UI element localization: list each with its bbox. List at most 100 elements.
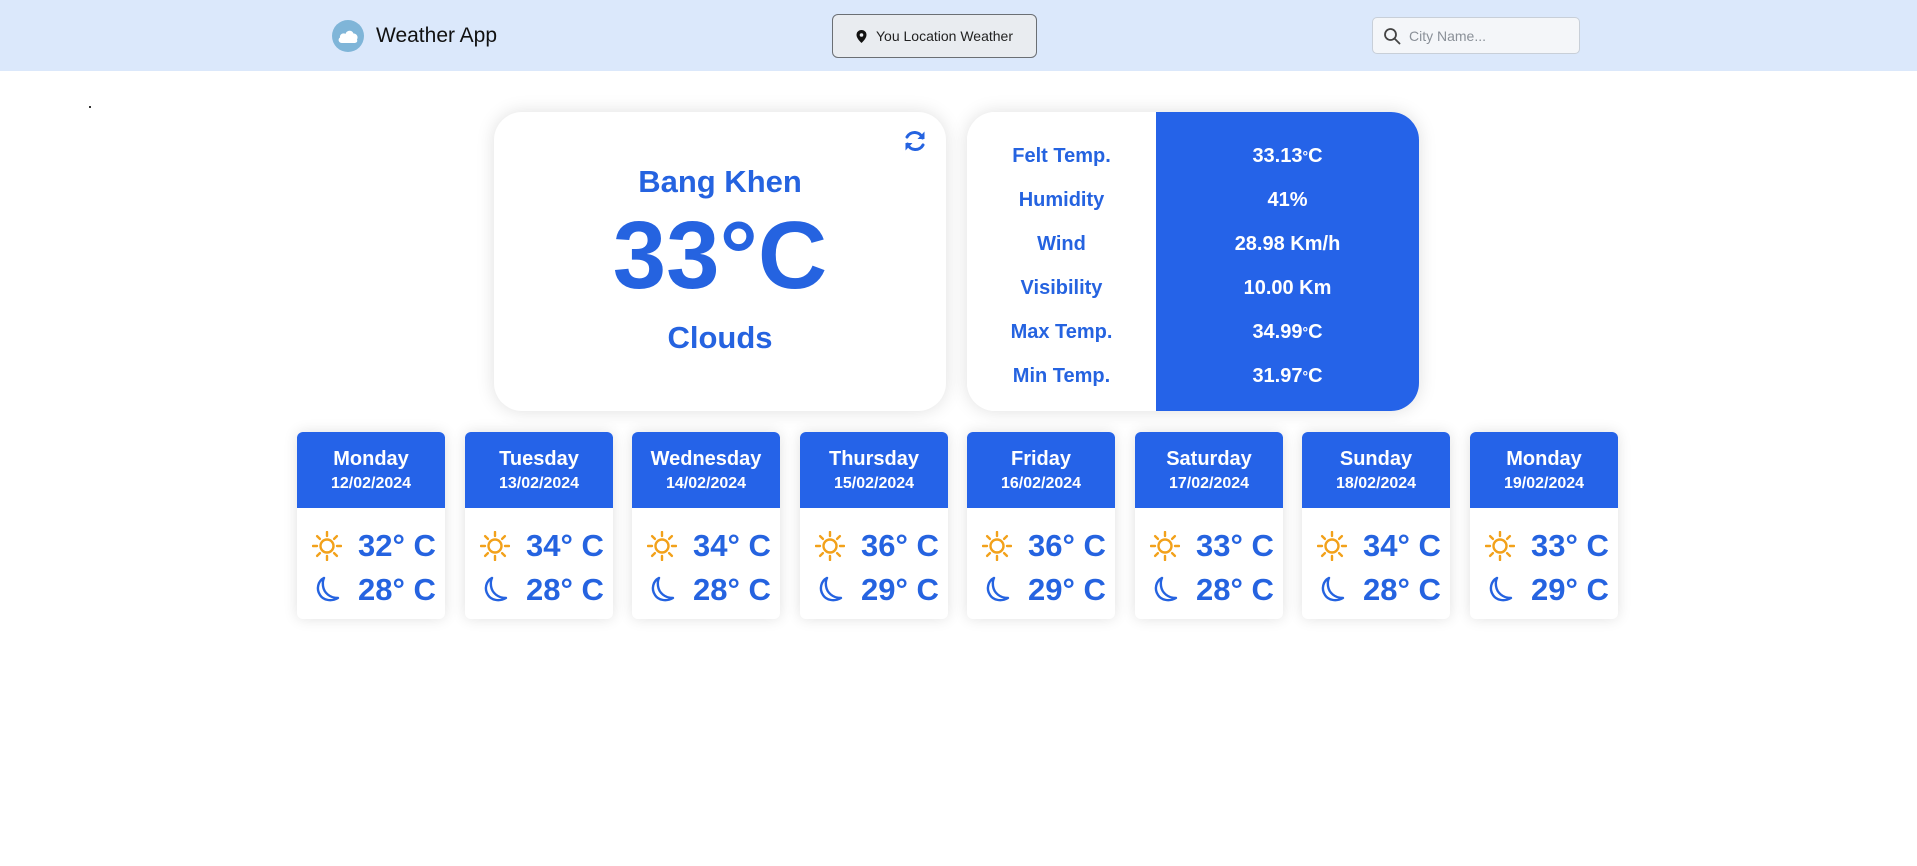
sun-icon xyxy=(480,531,516,561)
forecast-day-temp: 33° C xyxy=(1531,528,1609,563)
forecast-date: 12/02/2024 xyxy=(330,475,412,492)
navbar: Weather App You Location Weather xyxy=(0,0,1917,71)
forecast-header: Tuesday 13/02/2024 xyxy=(465,432,613,508)
forecast-date: 19/02/2024 xyxy=(1503,475,1585,492)
forecast-day: Monday xyxy=(1506,448,1582,470)
forecast-day-temp: 32° C xyxy=(358,528,436,563)
detail-value-felt-temp: 33.13 ° C xyxy=(1252,144,1323,167)
refresh-icon[interactable] xyxy=(902,128,928,154)
forecast-day-temp: 34° C xyxy=(526,528,604,563)
detail-value-visibility: 10.00 Km xyxy=(1243,276,1332,299)
forecast-day-temp: 36° C xyxy=(861,528,939,563)
forecast-card[interactable]: Wednesday 14/02/2024 34° C 28° C xyxy=(632,432,780,619)
city-search-box[interactable] xyxy=(1372,17,1580,54)
forecast-body: 33° C 28° C xyxy=(1135,508,1283,612)
weather-condition: Clouds xyxy=(667,320,773,355)
forecast-day: Saturday xyxy=(1166,448,1252,470)
forecast-day: Monday xyxy=(333,448,409,470)
forecast-day: Wednesday xyxy=(650,448,762,470)
details-values: 33.13 ° C 41% 28.98 Km/h 10.00 Km 34.99 ° C … xyxy=(1156,112,1419,411)
sun-icon xyxy=(815,531,851,561)
city-name: Bang Khen xyxy=(638,164,802,199)
forecast-day-temp: 34° C xyxy=(693,528,771,563)
forecast-header: Saturday 17/02/2024 xyxy=(1135,432,1283,508)
details-labels: Felt Temp. Humidity Wind Visibility Max … xyxy=(967,112,1156,411)
forecast-night-temp: 29° C xyxy=(861,572,939,607)
moon-icon xyxy=(312,575,348,605)
forecast-night-temp: 28° C xyxy=(1196,572,1274,607)
forecast-night-temp: 28° C xyxy=(693,572,771,607)
forecast-header: Wednesday 14/02/2024 xyxy=(632,432,780,508)
forecast-card[interactable]: Sunday 18/02/2024 34° C 28° C xyxy=(1302,432,1450,619)
city-search-input[interactable] xyxy=(1409,27,1559,44)
forecast-night-temp: 28° C xyxy=(526,572,604,607)
max-temp-unit: C xyxy=(1308,320,1323,343)
forecast-body: 34° C 28° C xyxy=(632,508,780,612)
sun-icon xyxy=(1150,531,1186,561)
forecast-body: 34° C 28° C xyxy=(465,508,613,612)
forecast-body: 36° C 29° C xyxy=(800,508,948,612)
forecast-day-temp: 34° C xyxy=(1363,528,1441,563)
moon-icon xyxy=(1317,575,1353,605)
sun-icon xyxy=(1485,531,1521,561)
cloud-icon xyxy=(332,20,364,52)
forecast-body: 34° C 28° C xyxy=(1302,508,1450,612)
current-temperature: 33°C xyxy=(612,202,828,309)
forecast-date: 16/02/2024 xyxy=(1000,475,1082,492)
moon-icon xyxy=(647,575,683,605)
max-temp-number: 34.99 xyxy=(1252,320,1303,343)
detail-label-felt-temp: Felt Temp. xyxy=(1012,144,1111,167)
detail-value-humidity: 41% xyxy=(1267,188,1308,211)
location-weather-button[interactable]: You Location Weather xyxy=(832,14,1037,58)
map-pin-icon xyxy=(856,29,867,43)
detail-label-min-temp: Min Temp. xyxy=(1012,364,1111,387)
moon-icon xyxy=(1485,575,1521,605)
app-title: Weather App xyxy=(376,24,498,47)
forecast-date: 17/02/2024 xyxy=(1168,475,1250,492)
forecast-day: Sunday xyxy=(1339,448,1413,470)
sun-icon xyxy=(312,531,348,561)
forecast-date: 15/02/2024 xyxy=(833,475,915,492)
search-icon xyxy=(1383,27,1401,45)
detail-label-visibility: Visibility xyxy=(1020,276,1103,299)
forecast-card[interactable]: Saturday 17/02/2024 33° C 28° C xyxy=(1135,432,1283,619)
forecast-night-temp: 29° C xyxy=(1028,572,1106,607)
detail-value-min-temp: 31.97 ° C xyxy=(1252,364,1323,387)
sun-icon xyxy=(982,531,1018,561)
weather-details-card: Felt Temp. Humidity Wind Visibility Max … xyxy=(967,112,1419,411)
sun-icon xyxy=(647,531,683,561)
forecast-header: Monday 19/02/2024 xyxy=(1470,432,1618,508)
forecast-header: Monday 12/02/2024 xyxy=(297,432,445,508)
forecast-card[interactable]: Monday 12/02/2024 32° C 28° C xyxy=(297,432,445,619)
forecast-day-temp: 36° C xyxy=(1028,528,1106,563)
detail-value-wind: 28.98 Km/h xyxy=(1234,232,1341,255)
forecast-header: Thursday 15/02/2024 xyxy=(800,432,948,508)
sun-icon xyxy=(1317,531,1353,561)
forecast-card[interactable]: Tuesday 13/02/2024 34° C 28° C xyxy=(465,432,613,619)
forecast-day: Tuesday xyxy=(499,448,579,470)
forecast-night-temp: 29° C xyxy=(1531,572,1609,607)
forecast-card[interactable]: Friday 16/02/2024 36° C 29° C xyxy=(967,432,1115,619)
forecast-body: 32° C 28° C xyxy=(297,508,445,612)
detail-label-humidity: Humidity xyxy=(1018,188,1105,211)
current-weather-card: Bang Khen 33°C Clouds xyxy=(494,112,946,411)
forecast-card[interactable]: Monday 19/02/2024 33° C 29° C xyxy=(1470,432,1618,619)
forecast-day-temp: 33° C xyxy=(1196,528,1274,563)
detail-label-max-temp: Max Temp. xyxy=(1010,320,1113,343)
brand[interactable]: Weather App xyxy=(332,20,497,52)
felt-temp-unit: C xyxy=(1308,144,1323,167)
forecast-header: Sunday 18/02/2024 xyxy=(1302,432,1450,508)
forecast-body: 36° C 29° C xyxy=(967,508,1115,612)
min-temp-number: 31.97 xyxy=(1252,364,1303,387)
min-temp-unit: C xyxy=(1308,364,1323,387)
forecast-night-temp: 28° C xyxy=(358,572,436,607)
forecast-card[interactable]: Thursday 15/02/2024 36° C 29° C xyxy=(800,432,948,619)
moon-icon xyxy=(815,575,851,605)
forecast-body: 33° C 29° C xyxy=(1470,508,1618,612)
forecast-date: 18/02/2024 xyxy=(1335,475,1417,492)
forecast-day: Friday xyxy=(1010,448,1072,470)
forecast-night-temp: 28° C xyxy=(1363,572,1441,607)
moon-icon xyxy=(480,575,516,605)
forecast-header: Friday 16/02/2024 xyxy=(967,432,1115,508)
moon-icon xyxy=(1150,575,1186,605)
